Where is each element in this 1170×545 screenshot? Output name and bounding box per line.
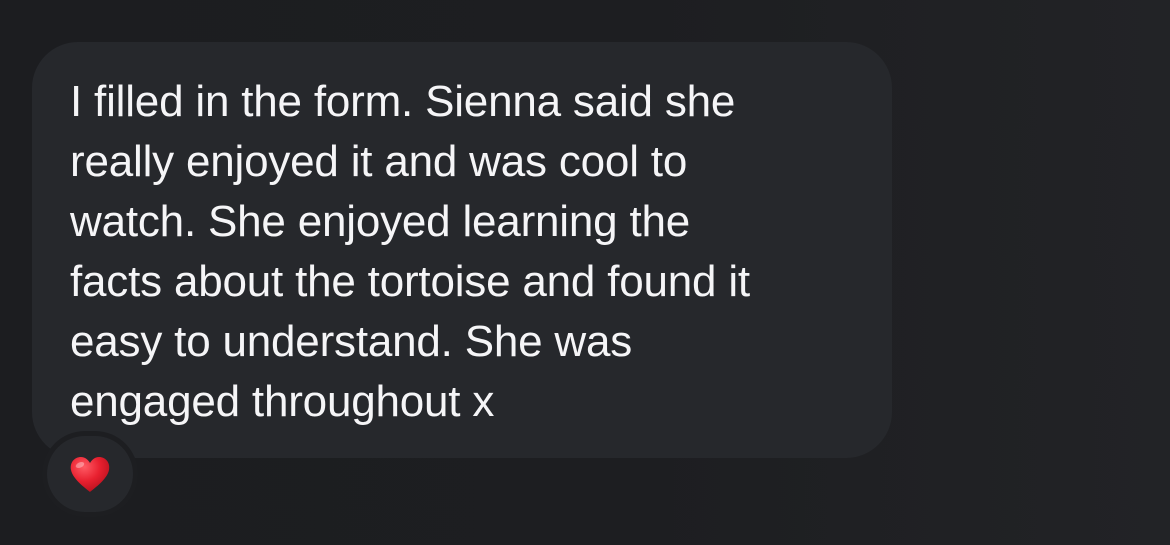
message-bubble[interactable]: I filled in the form. Sienna said she re… xyxy=(32,42,892,458)
message-thread: I filled in the form. Sienna said she re… xyxy=(0,0,1170,545)
heart-reaction[interactable] xyxy=(47,436,133,512)
heart-icon xyxy=(70,457,110,492)
message-text: I filled in the form. Sienna said she re… xyxy=(70,77,750,426)
